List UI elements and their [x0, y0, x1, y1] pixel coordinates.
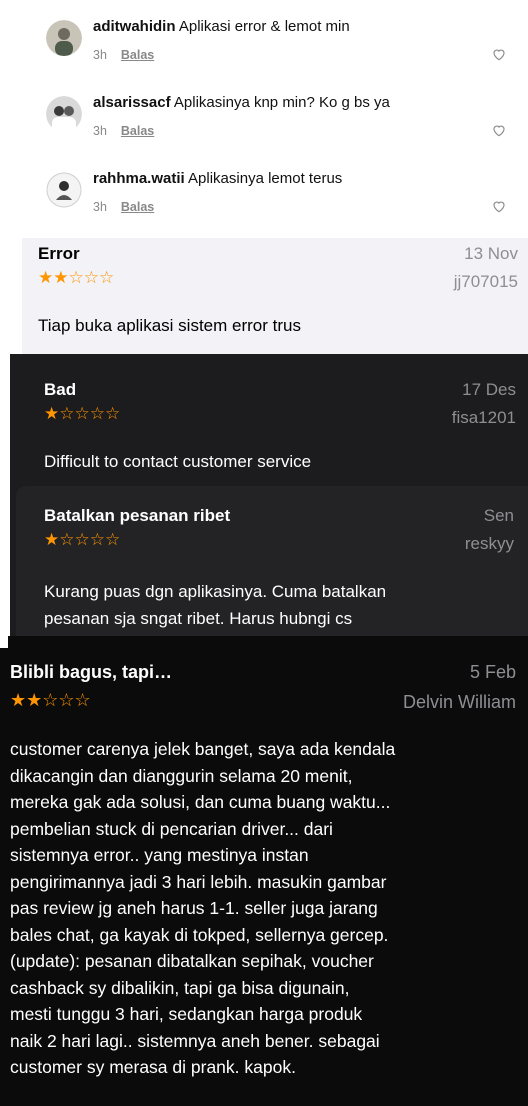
comment-meta: 3h Balas [93, 48, 154, 62]
heart-icon[interactable] [491, 46, 507, 62]
review-date: 5 Feb [469, 662, 516, 682]
comment-text: Aplikasinya knp min? Ko g bs ya [173, 94, 390, 111]
review-body-line: customer carenya jelek banget, saya ada … [10, 739, 396, 759]
review-author: fisa1201 [451, 408, 516, 427]
comment-username[interactable]: rahhma.watii [93, 170, 185, 187]
star-rating: ★★☆☆☆ [10, 690, 91, 710]
review-body-line: cashback sy dibalikin, tapi ga bisa digu… [10, 977, 350, 998]
review-author: jj707015 [453, 272, 518, 291]
review-date: Sen [483, 506, 514, 525]
comment-meta: 3h Balas [93, 200, 154, 214]
review-author: Delvin William [402, 692, 516, 712]
reply-link[interactable]: Balas [121, 48, 154, 62]
star-rating: ★☆☆☆☆ [44, 404, 121, 423]
heart-icon[interactable] [491, 198, 507, 214]
review-body: Difficult to contact customer service [44, 452, 312, 471]
review-body-line: pas review jg aneh harus 1-1. seller jug… [10, 898, 378, 918]
review-card[interactable]: Bad 17 Des ★☆☆☆☆ fisa1201 Difficult to c… [30, 360, 528, 482]
review-body-line: pembelian stuck di pencarian driver... d… [10, 818, 333, 839]
avatar[interactable] [46, 172, 82, 208]
comment-text: Aplikasi error & lemot min [178, 18, 350, 35]
review-body-line: customer sy merasa di prank. kapok. [10, 1057, 296, 1077]
panel-divider [0, 636, 8, 648]
star-rating: ★☆☆☆☆ [44, 530, 121, 549]
comment-item: aditwahidin Aplikasi error & lemot min 3… [0, 18, 528, 80]
review-body: customer carenya jelek banget, saya ada … [10, 736, 395, 1081]
review-body-line: (update): pesanan dibatalkan sepihak, vo… [10, 951, 374, 971]
review-card[interactable]: Blibli bagus, tapi… 5 Feb ★★☆☆☆ Delvin W… [0, 636, 528, 1106]
review-body-line: dikacangin dan dianggurin selama 20 meni… [10, 765, 353, 786]
review-card[interactable]: Batalkan pesanan ribet Sen ★☆☆☆☆ reskyy … [16, 486, 528, 636]
comment-item: alsarissacf Aplikasinya knp min? Ko g bs… [0, 94, 528, 156]
review-card[interactable]: Error 13 Nov ★★☆☆☆ jj707015 Tiap buka ap… [22, 238, 528, 354]
review-body-line: pengirimannya jadi 3 hari lebih. masukin… [10, 871, 387, 892]
comment-username[interactable]: aditwahidin [93, 18, 176, 35]
review-body-line: naik 2 hari lagi.. sistemnya aneh bener.… [10, 1030, 380, 1051]
review-author: reskyy [464, 534, 514, 553]
comment-username[interactable]: alsarissacf [93, 94, 171, 111]
review-title: Blibli bagus, tapi… [10, 662, 173, 682]
avatar[interactable] [46, 20, 82, 56]
review-title: Bad [44, 380, 77, 399]
comment-time: 3h [93, 200, 107, 214]
review-body-line: mesti tunggu 3 hari, sedangkan harga pro… [10, 1004, 363, 1024]
avatar[interactable] [46, 96, 82, 132]
comment-time: 3h [93, 124, 107, 138]
comment-list: aditwahidin Aplikasi error & lemot min 3… [0, 0, 528, 230]
review-body: Tiap buka aplikasi sistem error trus [38, 316, 301, 335]
review-body: Kurang puas dgn aplikasinya. Cuma batalk… [44, 578, 386, 632]
comment-text-line: rahhma.watii Aplikasinya lemot terus [93, 170, 342, 187]
comment-text-line: aditwahidin Aplikasi error & lemot min [93, 18, 350, 35]
comment-text-line: alsarissacf Aplikasinya knp min? Ko g bs… [93, 94, 390, 111]
review-title: Error [38, 244, 80, 263]
review-body-line: bales chat, ga kayak di tokped, sellerny… [10, 924, 389, 945]
review-body-line: pesanan sja sngat ribet. Harus hubngi cs [44, 609, 353, 628]
comment-time: 3h [93, 48, 107, 62]
reply-link[interactable]: Balas [121, 200, 154, 214]
reply-link[interactable]: Balas [121, 124, 154, 138]
review-title: Batalkan pesanan ribet [44, 506, 231, 525]
heart-icon[interactable] [491, 122, 507, 138]
review-body-line: Kurang puas dgn aplikasinya. Cuma batalk… [44, 582, 387, 601]
comment-item: rahhma.watii Aplikasinya lemot terus 3h B… [0, 170, 528, 232]
review-body-line: mereka gak ada solusi, dan cuma buang wa… [10, 792, 391, 812]
review-date: 17 Des [462, 380, 516, 399]
comment-text: Aplikasinya lemot terus [188, 170, 343, 187]
star-rating: ★★☆☆☆ [38, 268, 115, 287]
review-body-line: sistemnya error.. yang mestinya instan [10, 845, 309, 865]
review-date: 13 Nov [464, 244, 518, 263]
comment-meta: 3h Balas [93, 124, 154, 138]
